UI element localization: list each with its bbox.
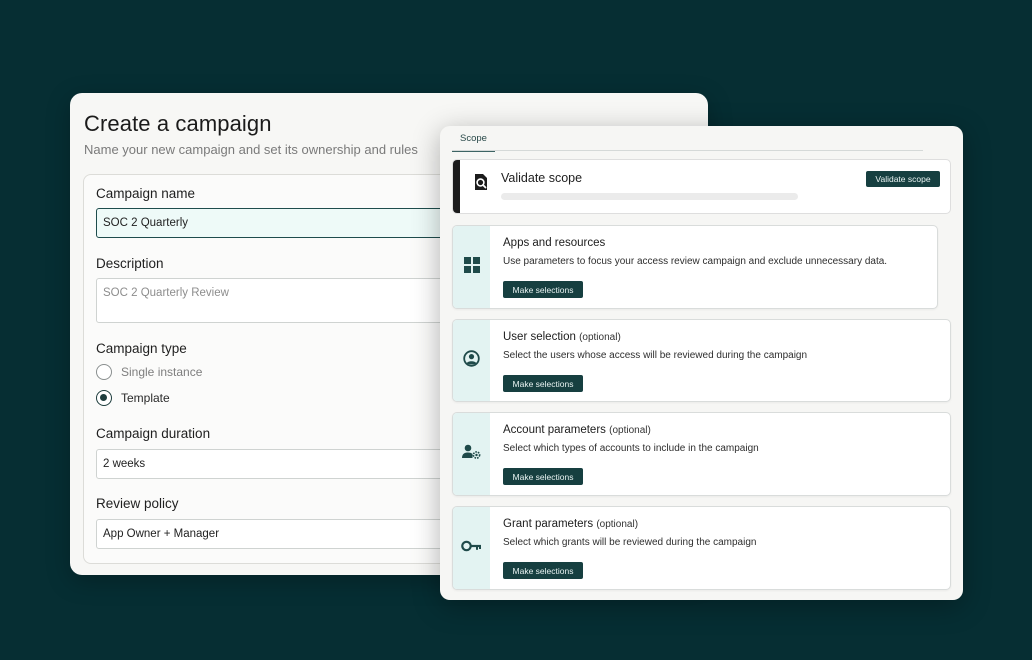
- user-circle-icon: [463, 349, 480, 372]
- page-subtitle: Name your new campaign and set its owner…: [84, 142, 418, 157]
- icon-column: [453, 507, 490, 589]
- description-label: Description: [96, 256, 164, 271]
- validate-progress-bar: [501, 193, 798, 200]
- scope-item-title-text: Apps and resources: [503, 237, 606, 249]
- make-selections-button[interactable]: Make selections: [503, 468, 583, 485]
- optional-tag: (optional): [596, 519, 639, 530]
- search-document-icon: [473, 173, 489, 191]
- scope-item-user-selection: User selection (optional) Select the use…: [452, 319, 951, 402]
- validate-scope-row: Validate scope Validate scope: [452, 159, 951, 214]
- campaign-duration-label: Campaign duration: [96, 426, 211, 441]
- icon-column: [453, 226, 490, 308]
- radio-label: Template: [121, 391, 170, 405]
- scope-card: Scope Validate scope Validate scope Apps…: [440, 126, 963, 600]
- radio-template[interactable]: Template: [96, 390, 170, 406]
- user-gear-icon: [462, 444, 481, 465]
- icon-column: [453, 413, 490, 495]
- scope-item-title: Grant parameters (optional): [503, 518, 638, 530]
- scope-item-title-text: User selection: [503, 331, 576, 343]
- page-title: Create a campaign: [84, 111, 272, 136]
- scope-item-grant-parameters: Grant parameters (optional) Select which…: [452, 506, 951, 590]
- radio-button[interactable]: [96, 390, 112, 406]
- scope-item-title: Apps and resources: [503, 237, 605, 249]
- scope-item-description: Select which types of accounts to includ…: [503, 443, 759, 454]
- grid-icon: [463, 256, 480, 278]
- scope-item-title: User selection (optional): [503, 331, 621, 343]
- review-policy-label: Review policy: [96, 496, 179, 511]
- optional-tag: (optional): [579, 332, 621, 343]
- radio-label: Single instance: [121, 365, 203, 379]
- key-icon: [461, 539, 482, 557]
- scope-item-title-text: Account parameters: [503, 424, 606, 436]
- tab-divider: [452, 150, 923, 151]
- scope-item-title-text: Grant parameters: [503, 518, 594, 530]
- validate-scope-title: Validate scope: [501, 171, 583, 185]
- campaign-name-label: Campaign name: [96, 186, 196, 201]
- scope-item-description: Select which grants will be reviewed dur…: [503, 537, 757, 548]
- optional-tag: (optional): [609, 425, 651, 436]
- scope-item-description: Use parameters to focus your access revi…: [503, 256, 888, 267]
- icon-column: [453, 320, 490, 401]
- make-selections-button[interactable]: Make selections: [503, 562, 583, 579]
- radio-button[interactable]: [96, 364, 112, 380]
- scope-item-description: Select the users whose access will be re…: [503, 350, 808, 361]
- validate-accent-bar: [453, 160, 460, 213]
- make-selections-button[interactable]: Make selections: [503, 281, 583, 298]
- campaign-type-label: Campaign type: [96, 341, 187, 356]
- scope-item-title: Account parameters (optional): [503, 424, 651, 436]
- make-selections-button[interactable]: Make selections: [503, 375, 583, 392]
- scope-item-apps-and-resources: Apps and resources Use parameters to foc…: [452, 225, 938, 309]
- scope-item-account-parameters: Account parameters (optional) Select whi…: [452, 412, 951, 496]
- radio-single-instance[interactable]: Single instance: [96, 364, 202, 380]
- validate-scope-button[interactable]: Validate scope: [866, 171, 940, 187]
